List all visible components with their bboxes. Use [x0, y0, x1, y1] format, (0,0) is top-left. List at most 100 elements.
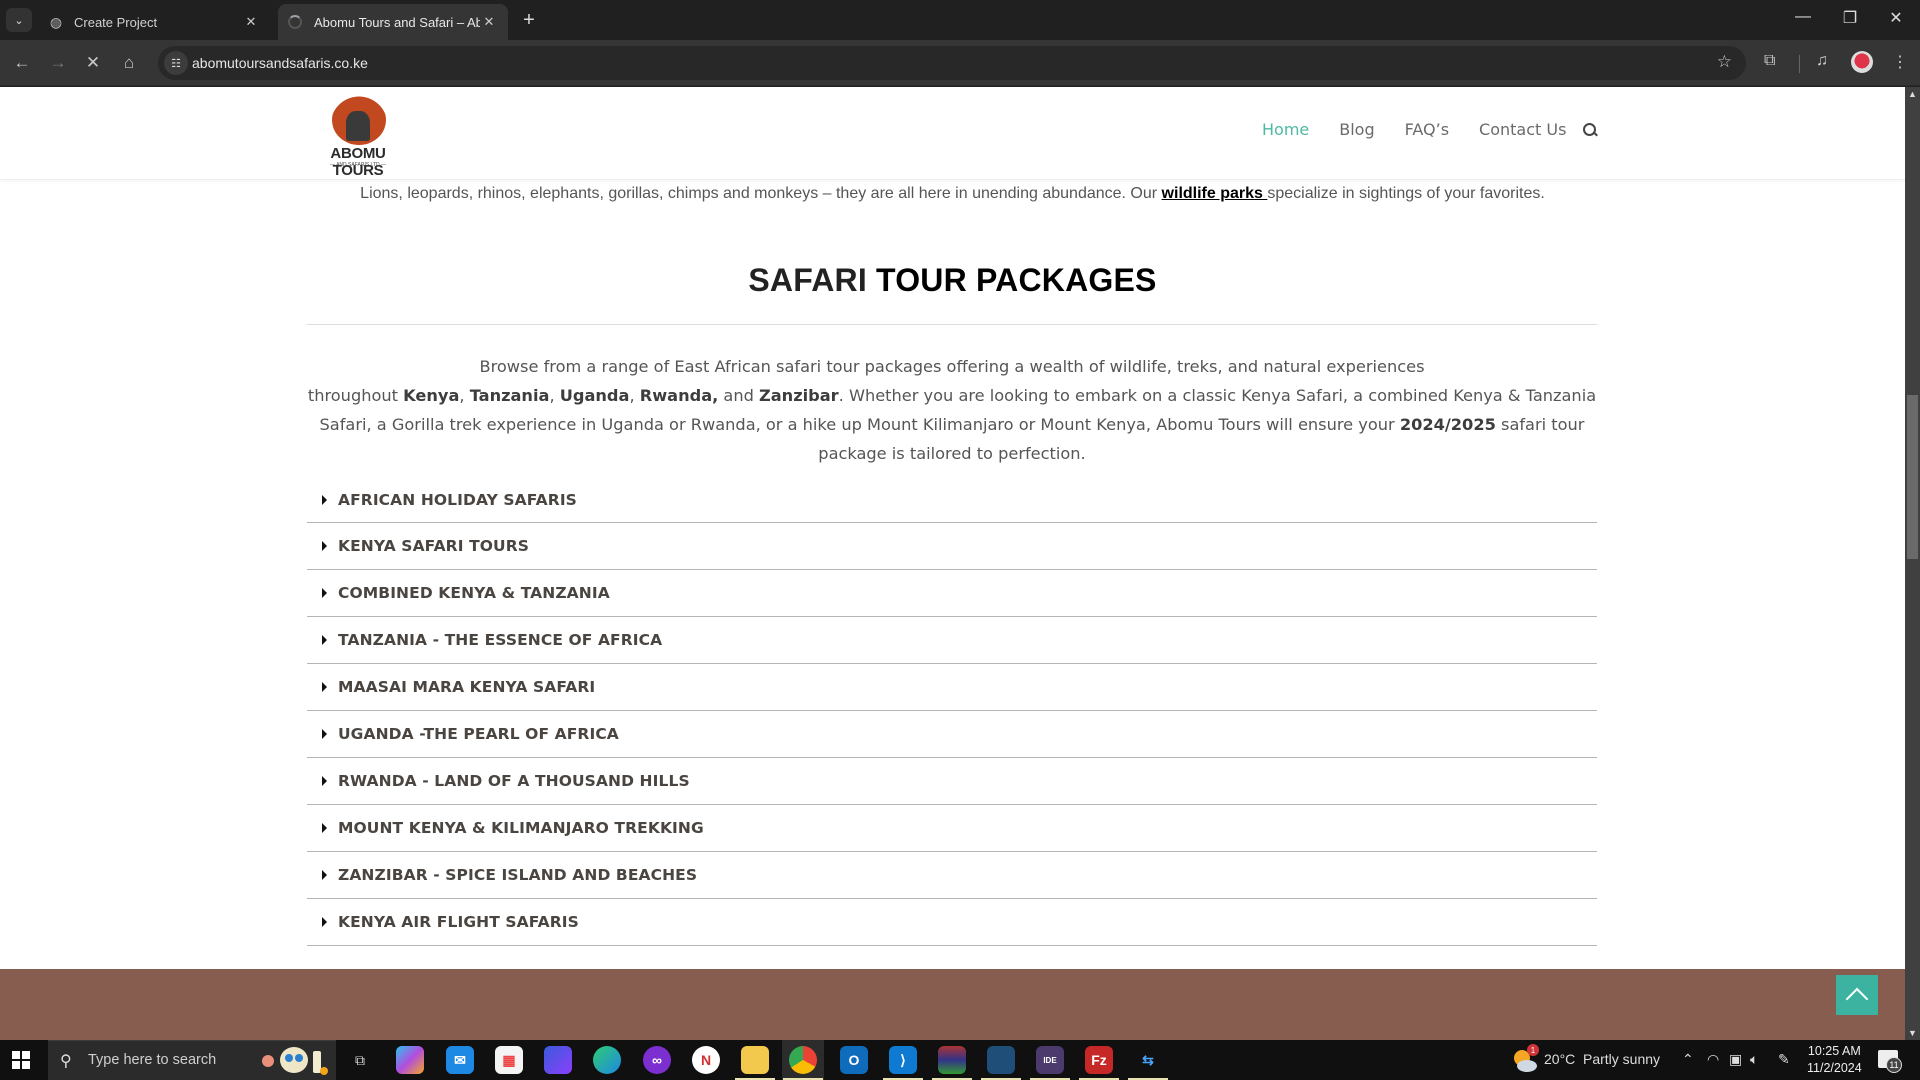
caret-right-icon: [322, 635, 327, 645]
scroll-down-arrow-icon[interactable]: ▼: [1905, 1028, 1920, 1038]
wifi-icon[interactable]: ◠: [1707, 1051, 1719, 1068]
tab-title: Abomu Tours and Safari – Abomu: [314, 14, 480, 30]
site-info-icon[interactable]: ☷: [164, 51, 188, 75]
desc-text: ,: [459, 386, 470, 405]
winrar-icon[interactable]: [932, 1046, 972, 1080]
caret-right-icon: [322, 541, 327, 551]
accordion-item[interactable]: MAASAI MARA KENYA SAFARI: [307, 664, 1597, 711]
windows-start-icon[interactable]: [12, 1051, 30, 1069]
news-app-icon[interactable]: N: [692, 1046, 720, 1074]
page-scrollbar[interactable]: ▲ ▼: [1905, 87, 1920, 1040]
close-window-button[interactable]: ✕: [1873, 8, 1919, 28]
caret-right-icon: [322, 776, 327, 786]
globe-icon: ◍: [49, 13, 63, 30]
wildlife-parks-link[interactable]: wildlife parks: [1162, 185, 1268, 202]
desc-text: and: [718, 386, 760, 405]
task-view-icon[interactable]: ⧉: [346, 1046, 374, 1074]
home-button[interactable]: ⌂: [115, 49, 143, 77]
chrome-icon[interactable]: [783, 1046, 823, 1080]
accordion-item[interactable]: ZANZIBAR - SPICE ISLAND AND BEACHES: [307, 852, 1597, 899]
accordion-item[interactable]: AFRICAN HOLIDAY SAFARIS: [307, 477, 1597, 523]
minimize-button[interactable]: —: [1780, 8, 1826, 26]
java-ee-ide-icon[interactable]: IDE: [1030, 1046, 1070, 1080]
caret-right-icon: [322, 682, 327, 692]
system-clock[interactable]: 10:25 AM 11/2/2024: [1807, 1043, 1862, 1077]
search-highlight-skull-icon: [262, 1047, 328, 1075]
restore-button[interactable]: ❐: [1827, 8, 1873, 28]
microsoft-store-icon[interactable]: ▦: [495, 1046, 523, 1074]
accordion-item[interactable]: MOUNT KENYA & KILIMANJARO TREKKING: [307, 805, 1597, 852]
purple-app-icon[interactable]: ∞: [643, 1046, 671, 1074]
caret-right-icon: [322, 870, 327, 880]
scroll-up-arrow-icon[interactable]: ▲: [1905, 89, 1920, 99]
weather-temp[interactable]: 20°C: [1544, 1051, 1575, 1067]
search-icon[interactable]: [1582, 122, 1598, 138]
file-explorer-icon[interactable]: [735, 1046, 775, 1080]
forward-button[interactable]: →: [44, 49, 72, 77]
browser-toolbar: ← → ✕ ⌂ ☷ abomutoursandsafaris.co.ke ☆ ⧉…: [0, 40, 1920, 86]
clipchamp-icon[interactable]: [544, 1046, 572, 1074]
weather-condition[interactable]: Partly sunny: [1583, 1051, 1660, 1067]
mail-icon[interactable]: ✉: [446, 1046, 474, 1074]
network-tool-icon[interactable]: ⇆: [1128, 1046, 1168, 1080]
url-text[interactable]: abomutoursandsafaris.co.ke: [192, 55, 368, 71]
tab-search-button[interactable]: ⌄: [6, 8, 32, 32]
caret-right-icon: [322, 494, 327, 505]
intro-text-end: specialize in sightings of your favorite…: [1267, 185, 1545, 202]
edge-icon[interactable]: [593, 1046, 621, 1074]
accordion-item[interactable]: UGANDA -THE PEARL OF AFRICA: [307, 711, 1597, 758]
accordion-label: UGANDA -THE PEARL OF AFRICA: [338, 725, 619, 743]
clock-date: 11/2/2024: [1807, 1061, 1862, 1075]
scrollbar-thumb[interactable]: [1907, 395, 1918, 559]
desc-years: 2024/2025: [1399, 415, 1496, 434]
volume-icon[interactable]: 🔈︎: [1750, 1051, 1758, 1068]
camera-icon[interactable]: ▣: [1729, 1051, 1742, 1068]
profile-avatar[interactable]: [1851, 51, 1873, 73]
nav-blog[interactable]: Blog: [1339, 120, 1374, 139]
accordion-item[interactable]: KENYA SAFARI TOURS: [307, 523, 1597, 570]
accordion-item[interactable]: KENYA AIR FLIGHT SAFARIS: [307, 899, 1597, 946]
packages-description: Browse from a range of East African safa…: [307, 352, 1597, 468]
tab-create-project[interactable]: ◍ Create Project ✕: [38, 4, 270, 40]
bookmark-star-icon[interactable]: ☆: [1717, 52, 1732, 72]
new-tab-button[interactable]: +: [518, 9, 540, 32]
close-tab-icon[interactable]: ✕: [242, 14, 260, 30]
nav-faqs[interactable]: FAQ’s: [1405, 120, 1449, 139]
scroll-to-top-button[interactable]: [1836, 975, 1878, 1015]
site-footer: [0, 969, 1905, 1040]
extensions-icon[interactable]: ⧉: [1764, 52, 1775, 70]
pen-icon[interactable]: ✎: [1778, 1051, 1790, 1068]
caret-right-icon: [322, 823, 327, 833]
desc-uganda: Uganda: [559, 386, 630, 405]
desc-text: ,: [629, 386, 640, 405]
media-controls-icon[interactable]: ♫: [1816, 52, 1828, 70]
desc-tanzania: Tanzania: [469, 386, 550, 405]
back-button[interactable]: ←: [8, 49, 36, 77]
accordion-label: AFRICAN HOLIDAY SAFARIS: [338, 490, 577, 509]
nav-contact-us[interactable]: Contact Us: [1479, 120, 1566, 139]
tab-abomu-tours[interactable]: Abomu Tours and Safari – Abomu ✕: [278, 4, 508, 40]
logo-tagline: — AND SAFARIS LTD —: [329, 162, 387, 168]
site-logo[interactable]: ABOMU TOURS — AND SAFARIS LTD —: [304, 95, 412, 179]
show-hidden-icons-chevron-icon[interactable]: ⌃: [1682, 1051, 1694, 1068]
accordion-item[interactable]: TANZANIA - THE ESSENCE OF AFRICA: [307, 617, 1597, 664]
close-tab-icon[interactable]: ✕: [480, 14, 498, 30]
desc-text: throughout: [307, 386, 404, 405]
address-bar[interactable]: ☷ abomutoursandsafaris.co.ke ☆: [158, 46, 1746, 80]
stop-loading-button[interactable]: ✕: [79, 49, 107, 77]
chrome-menu-icon[interactable]: ⋮: [1892, 52, 1908, 72]
vscode-icon[interactable]: ⟩: [883, 1046, 923, 1080]
outlook-icon[interactable]: O: [840, 1046, 868, 1074]
desc-zanzibar: Zanzibar: [759, 386, 839, 405]
accordion-item[interactable]: RWANDA - LAND OF A THOUSAND HILLS: [307, 758, 1597, 805]
filezilla-icon[interactable]: Fz: [1079, 1046, 1119, 1080]
accordion-item[interactable]: COMBINED KENYA & TANZANIA: [307, 570, 1597, 617]
mysql-workbench-icon[interactable]: [981, 1046, 1021, 1080]
taskbar-search[interactable]: ⚲ Type here to search: [48, 1040, 336, 1080]
copilot-icon[interactable]: [396, 1046, 424, 1074]
section-title-bold: TOUR PACKAGES: [876, 262, 1157, 298]
desc-text: ,: [549, 386, 560, 405]
desc-line-1: Browse from a range of East African safa…: [479, 357, 1425, 376]
toolbar-divider: [1799, 55, 1800, 73]
nav-home[interactable]: Home: [1262, 120, 1309, 139]
